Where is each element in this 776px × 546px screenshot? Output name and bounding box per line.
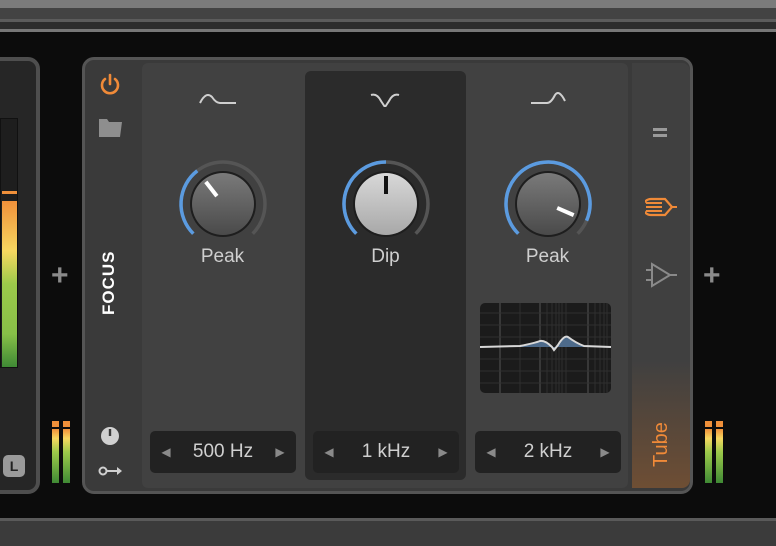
- band-3[interactable]: Peak ◀ 2 kHz ▶: [467, 71, 628, 480]
- device-header-strip: FOCUS: [85, 60, 137, 491]
- tube-icon[interactable]: [645, 196, 679, 218]
- side-panel: Tube: [632, 63, 690, 488]
- l-badge[interactable]: L: [3, 455, 25, 477]
- focus-device: FOCUS Peak ◀ 500 Hz ▶ Dip ◀ 1 kHz ▶ Peak…: [82, 57, 693, 494]
- frequency-value[interactable]: ◀ 500 Hz ▶: [150, 431, 296, 473]
- frequency-text: 2 kHz: [523, 441, 573, 462]
- add-device-button[interactable]: +: [51, 261, 69, 291]
- bands-panel: Peak ◀ 500 Hz ▶ Dip ◀ 1 kHz ▶ Peak ◀ 2 k…: [142, 63, 628, 488]
- level-meter: [0, 118, 18, 368]
- frequency-value[interactable]: ◀ 1 kHz ▶: [313, 431, 459, 473]
- top-bar: [0, 0, 776, 8]
- notch-icon[interactable]: [355, 87, 415, 107]
- decrement-arrow-icon[interactable]: ◀: [481, 431, 501, 473]
- add-device-button[interactable]: +: [703, 261, 721, 291]
- decrement-arrow-icon[interactable]: ◀: [156, 431, 176, 473]
- meter-peak: [2, 191, 17, 194]
- frequency-text: 1 kHz: [361, 441, 411, 462]
- mini-meter-right: [716, 421, 723, 483]
- frequency-text: 500 Hz: [192, 441, 254, 462]
- eq-curve-display: [480, 303, 611, 393]
- knob[interactable]: [178, 159, 268, 249]
- key-icon[interactable]: [98, 464, 124, 478]
- top-bar: [0, 22, 776, 29]
- high-shelf-icon[interactable]: [517, 87, 577, 107]
- meter-fill: [2, 201, 17, 367]
- low-shelf-icon[interactable]: [192, 87, 252, 107]
- increment-arrow-icon[interactable]: ▶: [595, 431, 615, 473]
- band-type-label[interactable]: Dip: [305, 246, 466, 268]
- decrement-arrow-icon[interactable]: ◀: [319, 431, 339, 473]
- mini-meter-left: [52, 421, 59, 483]
- knob[interactable]: [503, 159, 593, 249]
- increment-arrow-icon[interactable]: ▶: [270, 431, 290, 473]
- device-name[interactable]: FOCUS: [99, 235, 119, 316]
- mini-meter-right: [63, 421, 70, 483]
- folder-icon[interactable]: [98, 116, 124, 138]
- top-bar: [0, 8, 776, 19]
- increment-arrow-icon[interactable]: ▶: [433, 431, 453, 473]
- menu-icon[interactable]: [653, 128, 669, 138]
- clock-icon[interactable]: [100, 426, 120, 446]
- band-1[interactable]: Peak ◀ 500 Hz ▶: [142, 71, 303, 480]
- knob[interactable]: [341, 159, 431, 249]
- band-type-label[interactable]: Peak: [467, 246, 628, 268]
- bottom-bar: [0, 518, 776, 546]
- mini-meter-left: [705, 421, 712, 483]
- power-icon[interactable]: [99, 73, 121, 95]
- mode-label[interactable]: Tube: [650, 407, 673, 467]
- band-type-label[interactable]: Peak: [142, 246, 303, 268]
- top-bar: [0, 29, 776, 32]
- frequency-value[interactable]: ◀ 2 kHz ▶: [475, 431, 621, 473]
- band-2[interactable]: Dip ◀ 1 kHz ▶: [305, 71, 466, 480]
- previous-device[interactable]: L: [0, 57, 40, 494]
- amp-icon[interactable]: [645, 262, 679, 288]
